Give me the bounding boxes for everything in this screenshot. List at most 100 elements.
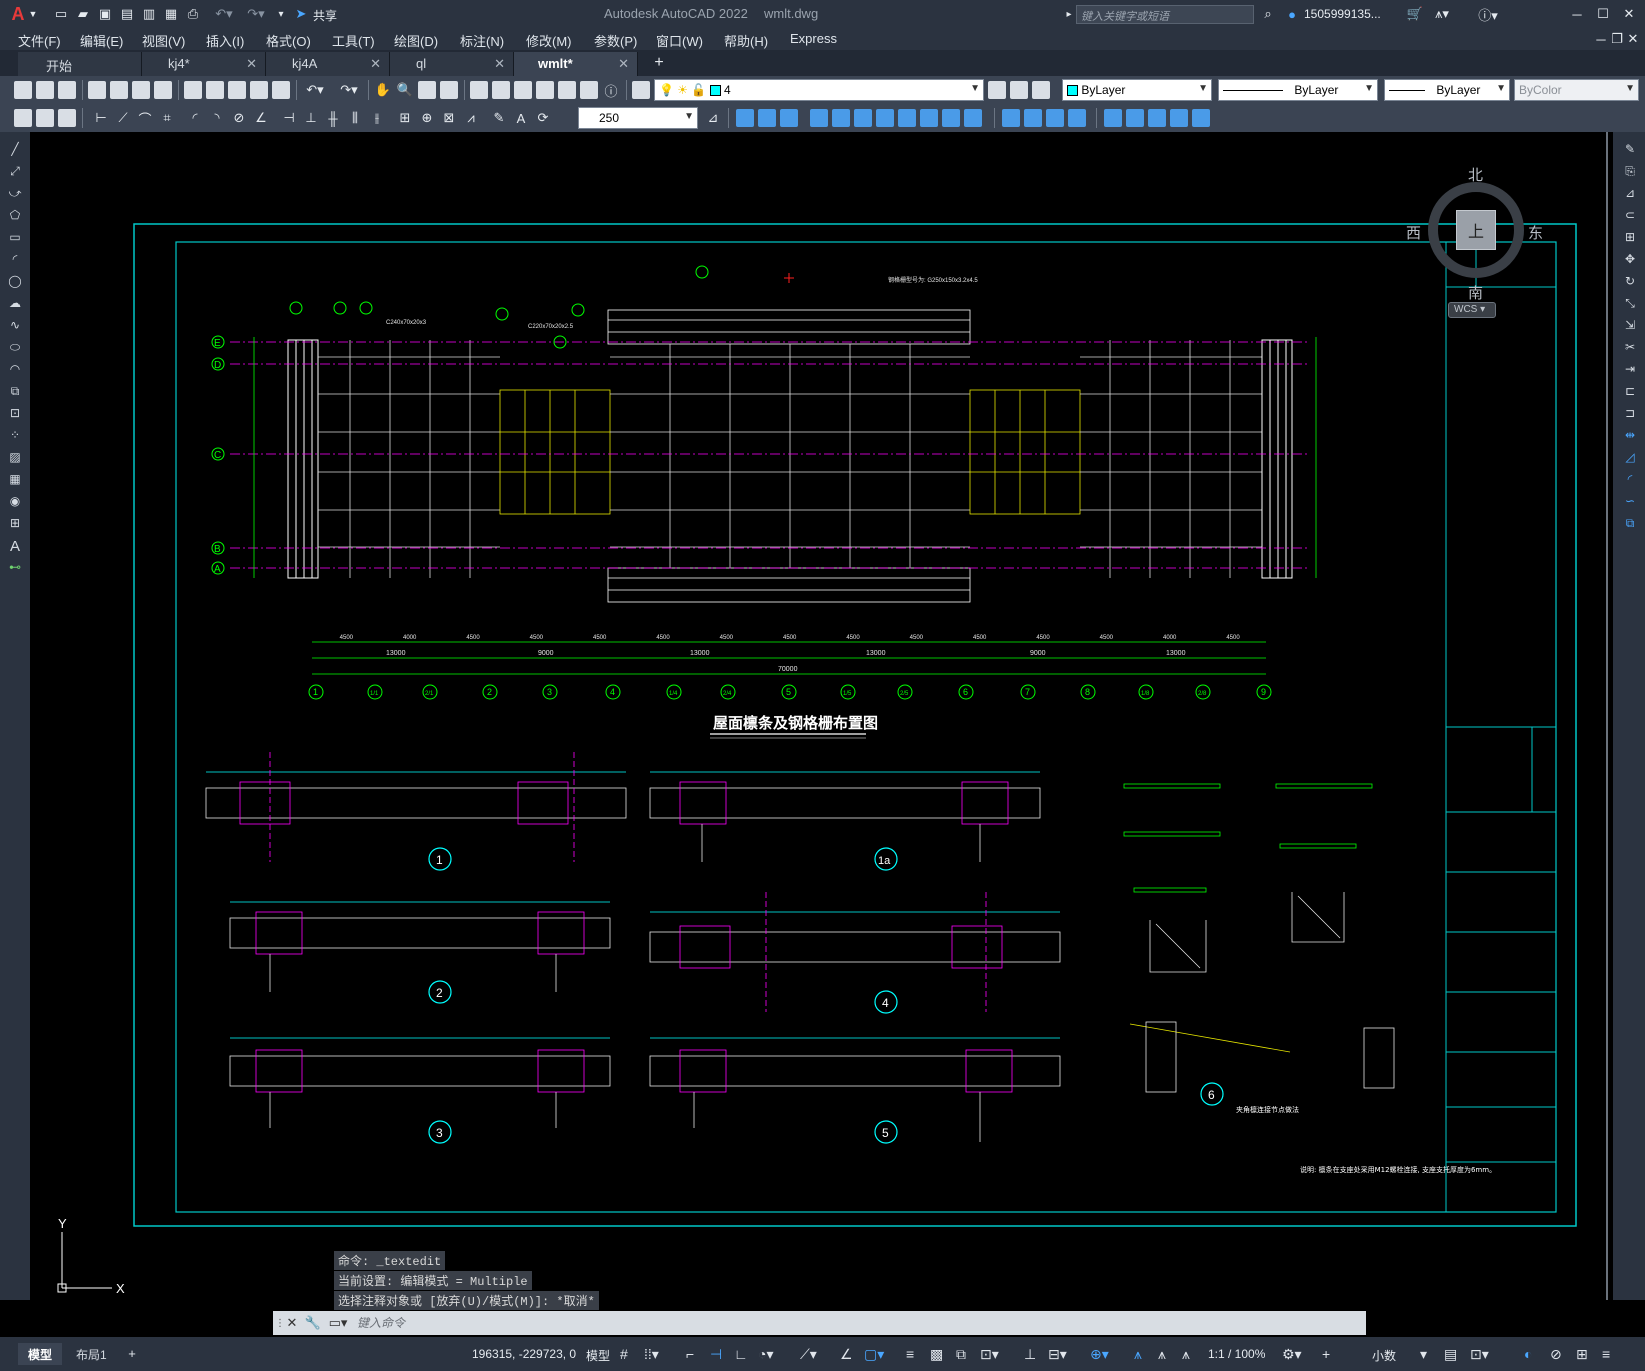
customization-icon[interactable]: ≡ xyxy=(1602,1346,1610,1362)
redo-icon[interactable]: ↷▾ xyxy=(244,5,268,23)
units-dropdown-icon[interactable]: ▾ xyxy=(1420,1346,1427,1363)
drawing-canvas[interactable]: E D C B A 70000 9000 13000 13000 13000 9… xyxy=(30,132,1613,1300)
ellipse-icon[interactable]: ⬭ xyxy=(6,340,24,356)
copy-icon[interactable] xyxy=(206,81,224,99)
cart-icon[interactable]: 🛒 xyxy=(1406,5,1424,23)
tool-b-icon[interactable] xyxy=(36,109,54,127)
3dprint-icon[interactable] xyxy=(154,81,172,99)
copy-icon[interactable]: ⎘ xyxy=(1621,164,1639,180)
save-as-icon[interactable]: ▤ xyxy=(118,5,136,23)
paste-icon[interactable] xyxy=(228,81,246,99)
array-icon[interactable]: ⊞ xyxy=(1621,230,1639,246)
close-icon[interactable]: ✕ xyxy=(285,1314,299,1332)
rotate-icon[interactable] xyxy=(876,109,894,127)
explode-icon[interactable]: ⧉ xyxy=(1621,516,1639,532)
lock-ui-icon[interactable]: ⊡▾ xyxy=(1470,1346,1489,1363)
wcs-button[interactable]: WCS ▾ xyxy=(1448,302,1496,318)
matchprop-icon[interactable] xyxy=(250,81,268,99)
spline-icon[interactable]: ∿ xyxy=(6,318,24,334)
move-icon[interactable] xyxy=(854,109,872,127)
model-space-toggle[interactable]: 模型 xyxy=(586,1347,610,1364)
extend-icon[interactable]: ⇥ xyxy=(1621,362,1639,378)
angular-icon[interactable]: ∠ xyxy=(252,109,270,127)
maximize-icon[interactable]: ☐ xyxy=(1594,5,1612,23)
tab-wmlt[interactable]: wmlt* ✕ xyxy=(514,52,638,76)
tab-layout1[interactable]: 布局1 xyxy=(66,1343,117,1365)
doc-close-icon[interactable]: ✕ xyxy=(1626,31,1640,47)
line-icon[interactable]: ╱ xyxy=(6,142,24,158)
selection-filter-icon[interactable]: ⊟▾ xyxy=(1048,1346,1067,1363)
clean-screen-icon[interactable]: ⊞ xyxy=(1576,1346,1588,1363)
array-icon[interactable] xyxy=(832,109,850,127)
customize-icon[interactable]: 🔧 xyxy=(305,1314,321,1332)
break-icon[interactable]: ⫲ xyxy=(368,109,386,127)
share-button[interactable]: 共享 xyxy=(313,7,337,24)
table-icon[interactable]: ⊞ xyxy=(6,516,24,532)
tolerance-icon[interactable]: ⊞ xyxy=(396,109,414,127)
lineweight-icon[interactable]: ≡ xyxy=(906,1346,914,1362)
chamfer-icon[interactable]: ◿ xyxy=(1621,450,1639,466)
save-icon[interactable]: ▣ xyxy=(96,5,114,23)
share-icon[interactable]: ➤ xyxy=(292,5,310,23)
command-input[interactable]: 键入命令 xyxy=(357,1314,1357,1332)
offset-icon[interactable] xyxy=(810,109,828,127)
quick-properties-icon[interactable]: ▤ xyxy=(1444,1346,1457,1363)
infer-icon[interactable]: ⌐ xyxy=(686,1346,694,1362)
make-block-icon[interactable]: ⊡ xyxy=(6,406,24,422)
add-selected-icon[interactable]: ⊷ xyxy=(6,560,24,576)
tab-start[interactable]: 开始 xyxy=(18,52,142,76)
aligned-dim-icon[interactable]: ⟋ xyxy=(114,109,132,127)
new-icon[interactable]: ▭ xyxy=(52,5,70,23)
gradient-icon[interactable]: ▦ xyxy=(6,472,24,488)
quick-access-dropdown-icon[interactable]: ▾ xyxy=(274,5,288,23)
undo-icon[interactable]: ↶▾ xyxy=(300,81,330,99)
layer-state-icon[interactable] xyxy=(1032,81,1050,99)
jogged-icon[interactable]: ◝ xyxy=(208,109,226,127)
layer-combo[interactable]: 💡 ☀ 🔓 4 ▼ xyxy=(654,79,984,101)
diameter-icon[interactable]: ⊘ xyxy=(230,109,248,127)
grip-icon[interactable]: ⋮ xyxy=(275,1314,285,1332)
mirror-icon[interactable]: ⊿ xyxy=(1621,186,1639,202)
circle-icon[interactable]: ◯ xyxy=(6,274,24,290)
quick-dim-icon[interactable]: ⊣ xyxy=(280,109,298,127)
trim-icon[interactable] xyxy=(942,109,960,127)
dim-update-icon[interactable]: ⟳ xyxy=(534,109,552,127)
preview-icon[interactable] xyxy=(110,81,128,99)
arc-icon[interactable]: ◜ xyxy=(6,252,24,268)
tab-kj4a[interactable]: kj4A ✕ xyxy=(266,52,390,76)
break-at-point-icon[interactable]: ⊏ xyxy=(1621,384,1639,400)
tab-close-icon[interactable]: ✕ xyxy=(494,56,505,72)
revcloud-icon[interactable]: ☁ xyxy=(6,296,24,312)
zoom-previous-icon[interactable] xyxy=(440,81,458,99)
tool-a-icon[interactable] xyxy=(14,109,32,127)
publish-icon[interactable] xyxy=(132,81,150,99)
tool-palettes-icon[interactable] xyxy=(514,81,532,99)
tool-c-icon[interactable] xyxy=(58,109,76,127)
search-input[interactable]: 键入关键字或短语 xyxy=(1076,5,1254,24)
dynamic-input-icon[interactable]: ⊣ xyxy=(710,1346,722,1363)
rotate-icon[interactable]: ↻ xyxy=(1621,274,1639,290)
graphics-performance-icon[interactable]: ⊘ xyxy=(1550,1346,1562,1363)
selection-cycling-icon[interactable]: ⧉ xyxy=(956,1346,966,1363)
extend-icon[interactable] xyxy=(964,109,982,127)
menu-format[interactable]: 格式(O) xyxy=(266,31,311,50)
menu-view[interactable]: 视图(V) xyxy=(142,31,185,50)
zoom-realtime-icon[interactable]: 🔍 xyxy=(396,81,414,99)
annotation-monitor-icon[interactable]: + xyxy=(1322,1346,1330,1362)
user-name[interactable]: 1505999135... xyxy=(1304,7,1381,21)
menu-express[interactable]: Express xyxy=(790,31,837,46)
grid-icon[interactable]: # xyxy=(620,1346,628,1362)
scale-icon[interactable] xyxy=(898,109,916,127)
doc-minimize-icon[interactable]: ─ xyxy=(1594,31,1608,47)
tab-kj4[interactable]: kj4* ✕ xyxy=(142,52,266,76)
erase-icon[interactable]: ✎ xyxy=(1621,142,1639,158)
command-history-icon[interactable]: ▭▾ xyxy=(325,1314,351,1332)
snap-icon[interactable]: ⁞⁞▾ xyxy=(644,1346,659,1363)
lineweight-combo[interactable]: ByLayer ▼ xyxy=(1384,79,1510,101)
help-icon[interactable]: ⓘ▾ xyxy=(1476,5,1500,23)
auto-scale-icon[interactable]: ⩚ xyxy=(1158,1346,1166,1363)
transparency-icon[interactable]: ▩ xyxy=(930,1346,943,1363)
dim-edit-icon[interactable]: ✎ xyxy=(490,109,508,127)
publish-icon[interactable]: ▦ xyxy=(162,5,180,23)
workspace-icon[interactable]: ⚙▾ xyxy=(1282,1346,1302,1363)
